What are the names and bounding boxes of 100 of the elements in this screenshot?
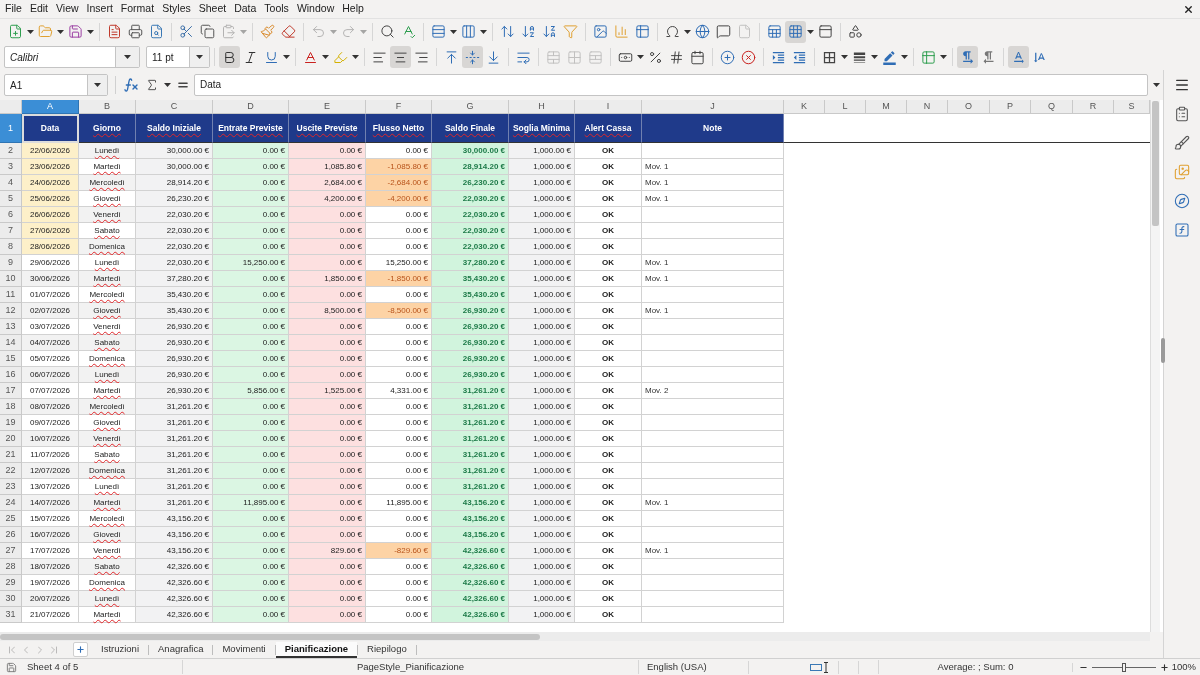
column-header[interactable]: P (990, 100, 1031, 114)
row-header[interactable]: 9 (0, 255, 22, 271)
sheet-tab[interactable]: Anagrafica (149, 641, 213, 658)
column-header[interactable]: I (575, 100, 642, 114)
sigma-icon[interactable] (145, 78, 159, 92)
menu-item[interactable]: Edit (25, 1, 52, 17)
menu-item[interactable]: View (52, 1, 83, 17)
caret-down-icon[interactable] (164, 83, 171, 87)
dropdown-button[interactable] (189, 47, 209, 67)
caret-down-icon[interactable] (841, 55, 848, 59)
caret-down-icon[interactable] (27, 29, 34, 34)
row-header[interactable]: 3 (0, 159, 22, 175)
row-header[interactable]: 31 (0, 607, 22, 623)
row-header[interactable]: 30 (0, 591, 22, 607)
caret-down-icon[interactable] (807, 29, 814, 34)
menu-item[interactable]: File (1, 1, 26, 17)
column-header[interactable]: G (432, 100, 509, 114)
zoom-in-icon[interactable] (1160, 662, 1169, 672)
row-header[interactable]: 27 (0, 543, 22, 559)
sheet-tab[interactable]: Istruzioni (92, 641, 148, 658)
align-middle-button[interactable] (462, 46, 483, 68)
font-size-combobox[interactable]: 11 pt (146, 46, 210, 68)
caret-down-icon[interactable] (871, 55, 878, 59)
caret-down-icon[interactable] (94, 83, 101, 87)
row-header[interactable]: 23 (0, 479, 22, 495)
menu-item[interactable]: Help (338, 1, 368, 17)
row-header[interactable]: 22 (0, 463, 22, 479)
column-header[interactable]: C (136, 100, 213, 114)
add-sheet-button[interactable] (73, 642, 88, 657)
column-header[interactable]: O (948, 100, 990, 114)
column-header[interactable]: F (366, 100, 432, 114)
caret-down-icon[interactable] (283, 55, 290, 59)
clipboard-list-icon[interactable] (1174, 106, 1190, 122)
menu-item[interactable]: Insert (82, 1, 117, 17)
sheet-tab[interactable]: Pianificazione (275, 641, 358, 658)
function-icon[interactable] (1174, 222, 1190, 238)
compass-icon[interactable] (1174, 193, 1190, 209)
row-header[interactable]: 13 (0, 319, 22, 335)
caret-down-icon[interactable] (637, 55, 644, 59)
close-icon[interactable] (1183, 3, 1194, 15)
caret-down-icon[interactable] (480, 29, 487, 34)
row-header[interactable]: 7 (0, 223, 22, 239)
row-header[interactable]: 14 (0, 335, 22, 351)
column-header[interactable]: S (1114, 100, 1150, 114)
column-header[interactable]: M (866, 100, 907, 114)
sheet-tab[interactable]: Movimenti (213, 641, 275, 658)
function-icon[interactable] (123, 77, 139, 93)
freeze-button[interactable] (785, 20, 806, 43)
column-header[interactable]: H (509, 100, 575, 114)
caret-down-icon[interactable] (901, 55, 908, 59)
column-header[interactable]: E (289, 100, 366, 114)
column-header[interactable]: Q (1031, 100, 1073, 114)
row-header[interactable]: 12 (0, 303, 22, 319)
scrollbar-thumb[interactable] (0, 633, 540, 640)
caret-down-icon[interactable] (124, 55, 131, 59)
row-header[interactable]: 2 (0, 143, 22, 159)
column-header[interactable]: B (79, 100, 136, 114)
caret-down-icon[interactable] (684, 29, 691, 34)
menu-item[interactable]: Sheet (194, 1, 231, 17)
row-header[interactable]: 26 (0, 527, 22, 543)
menu-item[interactable]: Styles (158, 1, 195, 17)
caret-down-icon[interactable] (322, 55, 329, 59)
row-header[interactable]: 29 (0, 575, 22, 591)
zoom-level[interactable]: 100% (1171, 659, 1196, 675)
row-header[interactable]: 25 (0, 511, 22, 527)
scrollbar-thumb[interactable] (1152, 101, 1159, 226)
text-horizontal-button[interactable] (1008, 46, 1029, 68)
bold-button[interactable] (219, 46, 240, 68)
column-header[interactable]: K (784, 100, 825, 114)
scrollbar[interactable] (0, 632, 1150, 641)
font-name-combobox[interactable]: Calibri (4, 46, 140, 68)
row-header[interactable]: 18 (0, 399, 22, 415)
menu-item[interactable]: Format (116, 1, 159, 17)
row-header[interactable]: 17 (0, 383, 22, 399)
caret-down-icon[interactable] (450, 29, 457, 34)
sheet-tab[interactable]: Riepilogo (358, 641, 416, 658)
column-header[interactable]: J (642, 100, 784, 114)
column-header[interactable]: N (907, 100, 948, 114)
row-header[interactable]: 11 (0, 287, 22, 303)
row-header[interactable]: 15 (0, 351, 22, 367)
caret-down-icon[interactable] (196, 55, 203, 59)
menu-item[interactable]: Data (230, 1, 261, 17)
dropdown-button[interactable] (115, 47, 139, 67)
menu-item[interactable]: Tools (260, 1, 293, 17)
caret-down-icon[interactable] (1153, 83, 1160, 87)
row-header[interactable]: 16 (0, 367, 22, 383)
column-header[interactable]: D (213, 100, 289, 114)
dropdown-button[interactable] (87, 75, 107, 95)
row-header[interactable]: 4 (0, 175, 22, 191)
row-header[interactable]: 6 (0, 207, 22, 223)
formula-input[interactable]: Data (194, 74, 1148, 96)
row-header[interactable]: 19 (0, 415, 22, 431)
brush-icon[interactable] (1174, 135, 1190, 151)
row-header[interactable]: 5 (0, 191, 22, 207)
name-box[interactable]: A1 (4, 74, 108, 96)
scrollbar[interactable] (1150, 100, 1160, 632)
left-to-right-button[interactable] (957, 46, 978, 68)
menu-item[interactable]: Window (292, 1, 339, 17)
caret-down-icon[interactable] (940, 55, 947, 59)
column-header[interactable]: L (825, 100, 866, 114)
